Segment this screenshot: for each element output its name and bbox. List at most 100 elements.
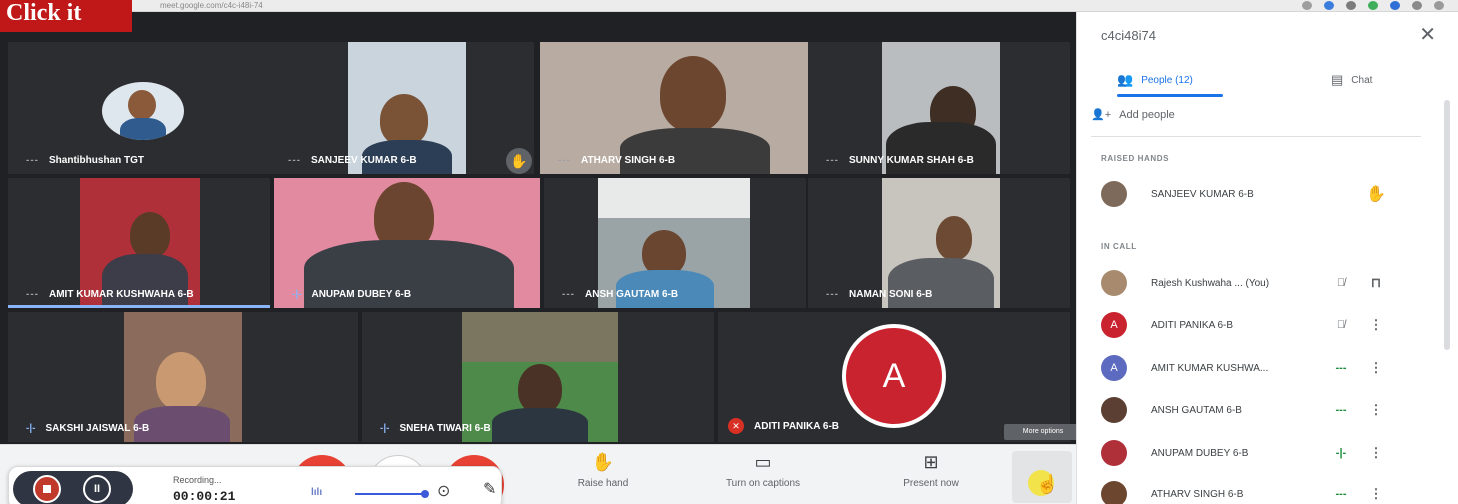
participant-name: ADITI PANIKA 6-B [754, 420, 839, 432]
participant-name: ANSH GAUTAM 6-B [1151, 404, 1242, 416]
mic-indicator-icon: --- [26, 155, 39, 166]
extension-icon[interactable] [1368, 1, 1378, 10]
participant-name: SAKSHI JAISWAL 6-B [45, 423, 150, 434]
raise-hand-button[interactable]: ✋ Raise hand [548, 451, 658, 489]
participant-name: NAMAN SONI 6-B [849, 289, 933, 300]
tile-name-row: -|- ANUPAM DUBEY 6-B [292, 289, 411, 300]
tile-name-row: --- ATHARV SINGH 6-B [558, 155, 675, 166]
add-people-label: Add people [1119, 108, 1175, 121]
captions-button[interactable]: ▭ Turn on captions [708, 451, 818, 489]
participant-row[interactable]: SANJEEV KUMAR 6-B ✋ [1101, 178, 1421, 210]
click-it-banner: Click it [0, 0, 132, 32]
participant-name: SUNNY KUMAR SHAH 6-B [849, 155, 974, 166]
tab-chat-label: Chat [1351, 74, 1373, 86]
volume-slider[interactable] [355, 490, 429, 498]
extension-icon[interactable] [1390, 1, 1400, 10]
more-vert-icon[interactable]: ⋮ [1361, 317, 1391, 333]
video-tile[interactable]: --- Shantibhushan TGT [8, 42, 270, 174]
more-vert-icon[interactable]: ⋮ [1361, 445, 1391, 461]
captions-icon: ▭ [754, 452, 772, 472]
participant-name: Shantibhushan TGT [49, 155, 144, 166]
divider [1091, 136, 1421, 137]
more-options-tooltip: More options [1004, 424, 1082, 440]
people-icon: 👥 [1117, 72, 1134, 87]
mic-indicator-icon: --- [26, 289, 39, 300]
participant-row[interactable]: ATHARV SINGH 6-B --- ⋮ [1101, 478, 1421, 504]
tile-name-row: --- SUNNY KUMAR SHAH 6-B [826, 155, 974, 166]
tab-chat[interactable]: ▤ Chat [1331, 66, 1372, 94]
people-panel: c4ci48i74 ✕ 👥 People (12) ▤ Chat 👤+ Add … [1076, 12, 1458, 504]
participant-row[interactable]: Rajesh Kushwaha ... (You) 🎙̸ ⊓ [1101, 267, 1421, 299]
more-vert-icon[interactable]: ⋮ [1361, 360, 1391, 376]
participant-name: AMIT KUMAR KUSHWAHA 6-B [49, 289, 194, 300]
muted-mic-icon: ✕ [728, 418, 744, 434]
present-now-button[interactable]: ⊞ Present now [876, 451, 986, 489]
mic-indicator-icon: --- [826, 289, 839, 300]
video-tile[interactable]: --- SUNNY KUMAR SHAH 6-B [808, 42, 1070, 174]
participant-name: SNEHA TIWARI 6-B [399, 423, 491, 434]
video-tile[interactable]: --- ATHARV SINGH 6-B [540, 42, 808, 174]
recorder-button-group: II [13, 471, 133, 504]
pause-recording-button[interactable]: II [83, 475, 111, 503]
tile-name-row: --- ANSH GAUTAM 6-B [562, 289, 678, 300]
video-stage: --- Shantibhushan TGT --- SANJEEV KUMAR … [0, 12, 1076, 444]
tile-name-row: --- AMIT KUMAR KUSHWAHA 6-B [26, 289, 194, 300]
mic-active-icon: -|- [292, 289, 302, 300]
mic-indicator-icon: --- [1335, 362, 1347, 374]
extension-icon[interactable] [1324, 1, 1334, 10]
video-tile[interactable]: A ✕ ADITI PANIKA 6-B [718, 312, 1070, 442]
mic-indicator-icon: --- [1335, 488, 1347, 500]
panel-scrollbar[interactable] [1444, 100, 1450, 350]
recording-status: Recording... [173, 475, 222, 485]
speaking-indicator [8, 305, 270, 308]
chat-icon: ▤ [1331, 72, 1344, 87]
close-icon[interactable]: ✕ [1419, 22, 1436, 47]
stop-recording-button[interactable] [33, 475, 61, 503]
video-tile[interactable]: -|- ANUPAM DUBEY 6-B [274, 178, 540, 308]
participant-avatar: A [842, 324, 946, 428]
participant-row[interactable]: ANSH GAUTAM 6-B --- ⋮ [1101, 394, 1421, 426]
tile-name-row: --- NAMAN SONI 6-B [826, 289, 932, 300]
participant-row[interactable]: A AMIT KUMAR KUSHWA... --- ⋮ [1101, 352, 1421, 384]
url-bar[interactable]: meet.google.com/c4c-i48i-74 [160, 1, 420, 10]
profile-icon[interactable] [1434, 1, 1444, 10]
video-tile[interactable]: --- SANJEEV KUMAR 6-B ✋ [270, 42, 534, 174]
raised-hands-header: RAISED HANDS [1101, 154, 1170, 163]
participant-row[interactable]: ANUPAM DUBEY 6-B -|- ⋮ [1101, 437, 1421, 469]
extension-icon[interactable] [1412, 1, 1422, 10]
video-tile[interactable]: --- NAMAN SONI 6-B [808, 178, 1070, 308]
mic-active-icon: -|- [380, 423, 390, 434]
present-label: Present now [903, 478, 959, 489]
participant-name: ANUPAM DUBEY 6-B [311, 289, 412, 300]
extension-icon[interactable] [1346, 1, 1356, 10]
pen-icon[interactable]: ✎ [483, 479, 496, 499]
webcam-icon[interactable]: ⊙ [437, 481, 450, 501]
avatar [1101, 397, 1127, 423]
mic-indicator-icon: --- [826, 155, 839, 166]
video-tile[interactable]: --- AMIT KUMAR KUSHWAHA 6-B [8, 178, 270, 308]
mic-active-icon: -|- [26, 423, 36, 434]
screen-frame: meet.google.com/c4c-i48i-74 Click it ---… [0, 0, 1458, 504]
video-tile[interactable]: -|- SNEHA TIWARI 6-B [362, 312, 714, 442]
pin-icon[interactable]: ⊓ [1361, 275, 1391, 291]
mic-indicator-icon: --- [1335, 404, 1347, 416]
raised-hand-icon[interactable]: ✋ [1361, 184, 1391, 204]
participant-name: SANJEEV KUMAR 6-B [1151, 188, 1254, 200]
participant-row[interactable]: A ADITI PANIKA 6-B 🎙̸ ⋮ [1101, 309, 1421, 341]
participant-avatar [102, 82, 184, 140]
tab-people[interactable]: 👥 People (12) [1117, 66, 1193, 94]
video-tile[interactable]: --- ANSH GAUTAM 6-B [544, 178, 806, 308]
video-tile[interactable]: -|- SAKSHI JAISWAL 6-B [8, 312, 358, 442]
participant-name: Rajesh Kushwaha ... (You) [1151, 277, 1270, 289]
participant-name: ATHARV SINGH 6-B [581, 155, 676, 166]
more-vert-icon[interactable]: ⋮ [1361, 486, 1391, 502]
add-people-button[interactable]: 👤+ Add people [1091, 108, 1175, 122]
avatar [1101, 481, 1127, 504]
extension-icon[interactable] [1302, 1, 1312, 10]
tile-name-row: -|- SNEHA TIWARI 6-B [380, 423, 491, 434]
present-icon: ⊞ [923, 452, 939, 472]
more-vert-icon[interactable]: ⋮ [1361, 402, 1391, 418]
participant-name: ATHARV SINGH 6-B [1151, 488, 1244, 500]
recording-timer: 00:00:21 [173, 489, 236, 504]
participant-name: AMIT KUMAR KUSHWA... [1151, 362, 1269, 374]
